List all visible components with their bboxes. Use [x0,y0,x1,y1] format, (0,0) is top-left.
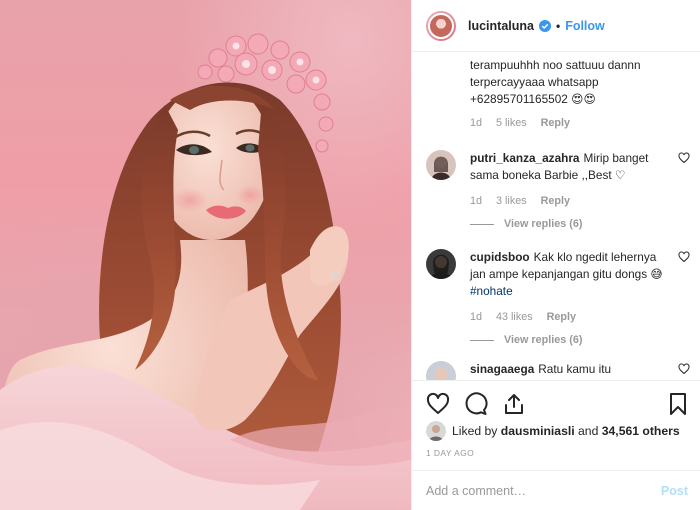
commenter-avatar[interactable] [426,150,456,180]
comment-likes[interactable]: 5 likes [496,117,527,129]
view-replies-label: View replies (6) [504,334,583,346]
comment-age: 1d [470,117,483,129]
comment-item: cupidsboo Kak klo ngedit lehernya jan amp… [426,249,690,346]
comment-item: terampuuhhh noo sattuuu dannn terpercayy… [426,57,690,129]
comment-likes[interactable]: 43 likes [496,311,533,323]
add-comment-bar: Post [412,470,700,510]
liked-by-and: and [578,424,599,438]
view-replies-button[interactable]: View replies (6) [470,334,690,346]
comment-text: cupidsboo Kak klo ngedit lehernya jan amp… [470,249,668,300]
comments-list[interactable]: terampuuhhh noo sattuuu dannn terpercayy… [412,53,700,380]
comment-text: sinagaaega Ratu kamu itu [470,361,668,378]
post-side-panel: lucintaluna • Follow terampuuhhh noo sat… [411,0,700,510]
post-photo[interactable] [0,0,411,510]
comment-item: putri_kanza_azahra Mirip banget sama bone… [426,150,690,230]
comment-meta: 1d 43 likes Reply [470,311,690,323]
liker-username[interactable]: dausminiasli [501,424,575,438]
replies-divider [470,339,494,341]
comment-message: Ratu kamu itu [538,362,612,376]
reply-button[interactable]: Reply [541,117,570,129]
heart-icon[interactable] [426,392,450,416]
separator-dot: • [555,18,561,33]
commenter-avatar[interactable] [426,249,456,279]
comment-like-heart-icon[interactable] [678,251,690,263]
comment-like-heart-icon[interactable] [678,152,690,164]
view-replies-button[interactable]: View replies (6) [470,218,690,230]
view-replies-label: View replies (6) [504,218,583,230]
comment-text: terampuuhhh noo sattuuu dannn terpercayy… [470,58,641,106]
author-username[interactable]: lucintaluna [468,19,534,33]
verified-badge-icon [538,19,551,32]
commenter-username[interactable]: sinagaaega [470,362,534,376]
share-icon[interactable] [502,392,526,416]
reply-button[interactable]: Reply [547,311,576,323]
comment-meta: 1d 3 likes Reply [470,195,690,207]
replies-divider [470,223,494,225]
post-comment-button[interactable]: Post [661,484,688,498]
liker-avatar[interactable] [426,421,446,441]
comment-age: 1d [470,311,483,323]
comment-input[interactable] [426,483,661,498]
comment-meta: 1d 5 likes Reply [470,117,690,129]
post-timestamp: 1 DAY AGO [426,448,475,458]
comment-likes[interactable]: 3 likes [496,195,527,207]
follow-button[interactable]: Follow [565,19,605,33]
comment-age: 1d [470,195,483,207]
post-header: lucintaluna • Follow [412,0,700,52]
comment-like-heart-icon[interactable] [678,363,690,375]
hashtag-link[interactable]: #nohate [470,284,513,298]
reply-button[interactable]: Reply [541,195,570,207]
author-avatar[interactable] [426,10,456,41]
comment-item: sinagaaega Ratu kamu itu [426,361,690,380]
bookmark-icon[interactable] [666,392,690,416]
comment-icon[interactable] [464,391,488,416]
liked-by-prefix: Liked by [452,424,498,438]
commenter-avatar[interactable] [426,361,456,380]
commenter-username[interactable]: cupidsboo [470,250,530,264]
likes-count[interactable]: 34,561 others [602,424,680,438]
comment-text: putri_kanza_azahra Mirip banget sama bone… [470,150,668,184]
portrait-illustration [0,33,411,510]
likes-summary: Liked by dausminiasli and 34,561 others [426,420,690,442]
commenter-username[interactable]: putri_kanza_azahra [470,151,580,165]
